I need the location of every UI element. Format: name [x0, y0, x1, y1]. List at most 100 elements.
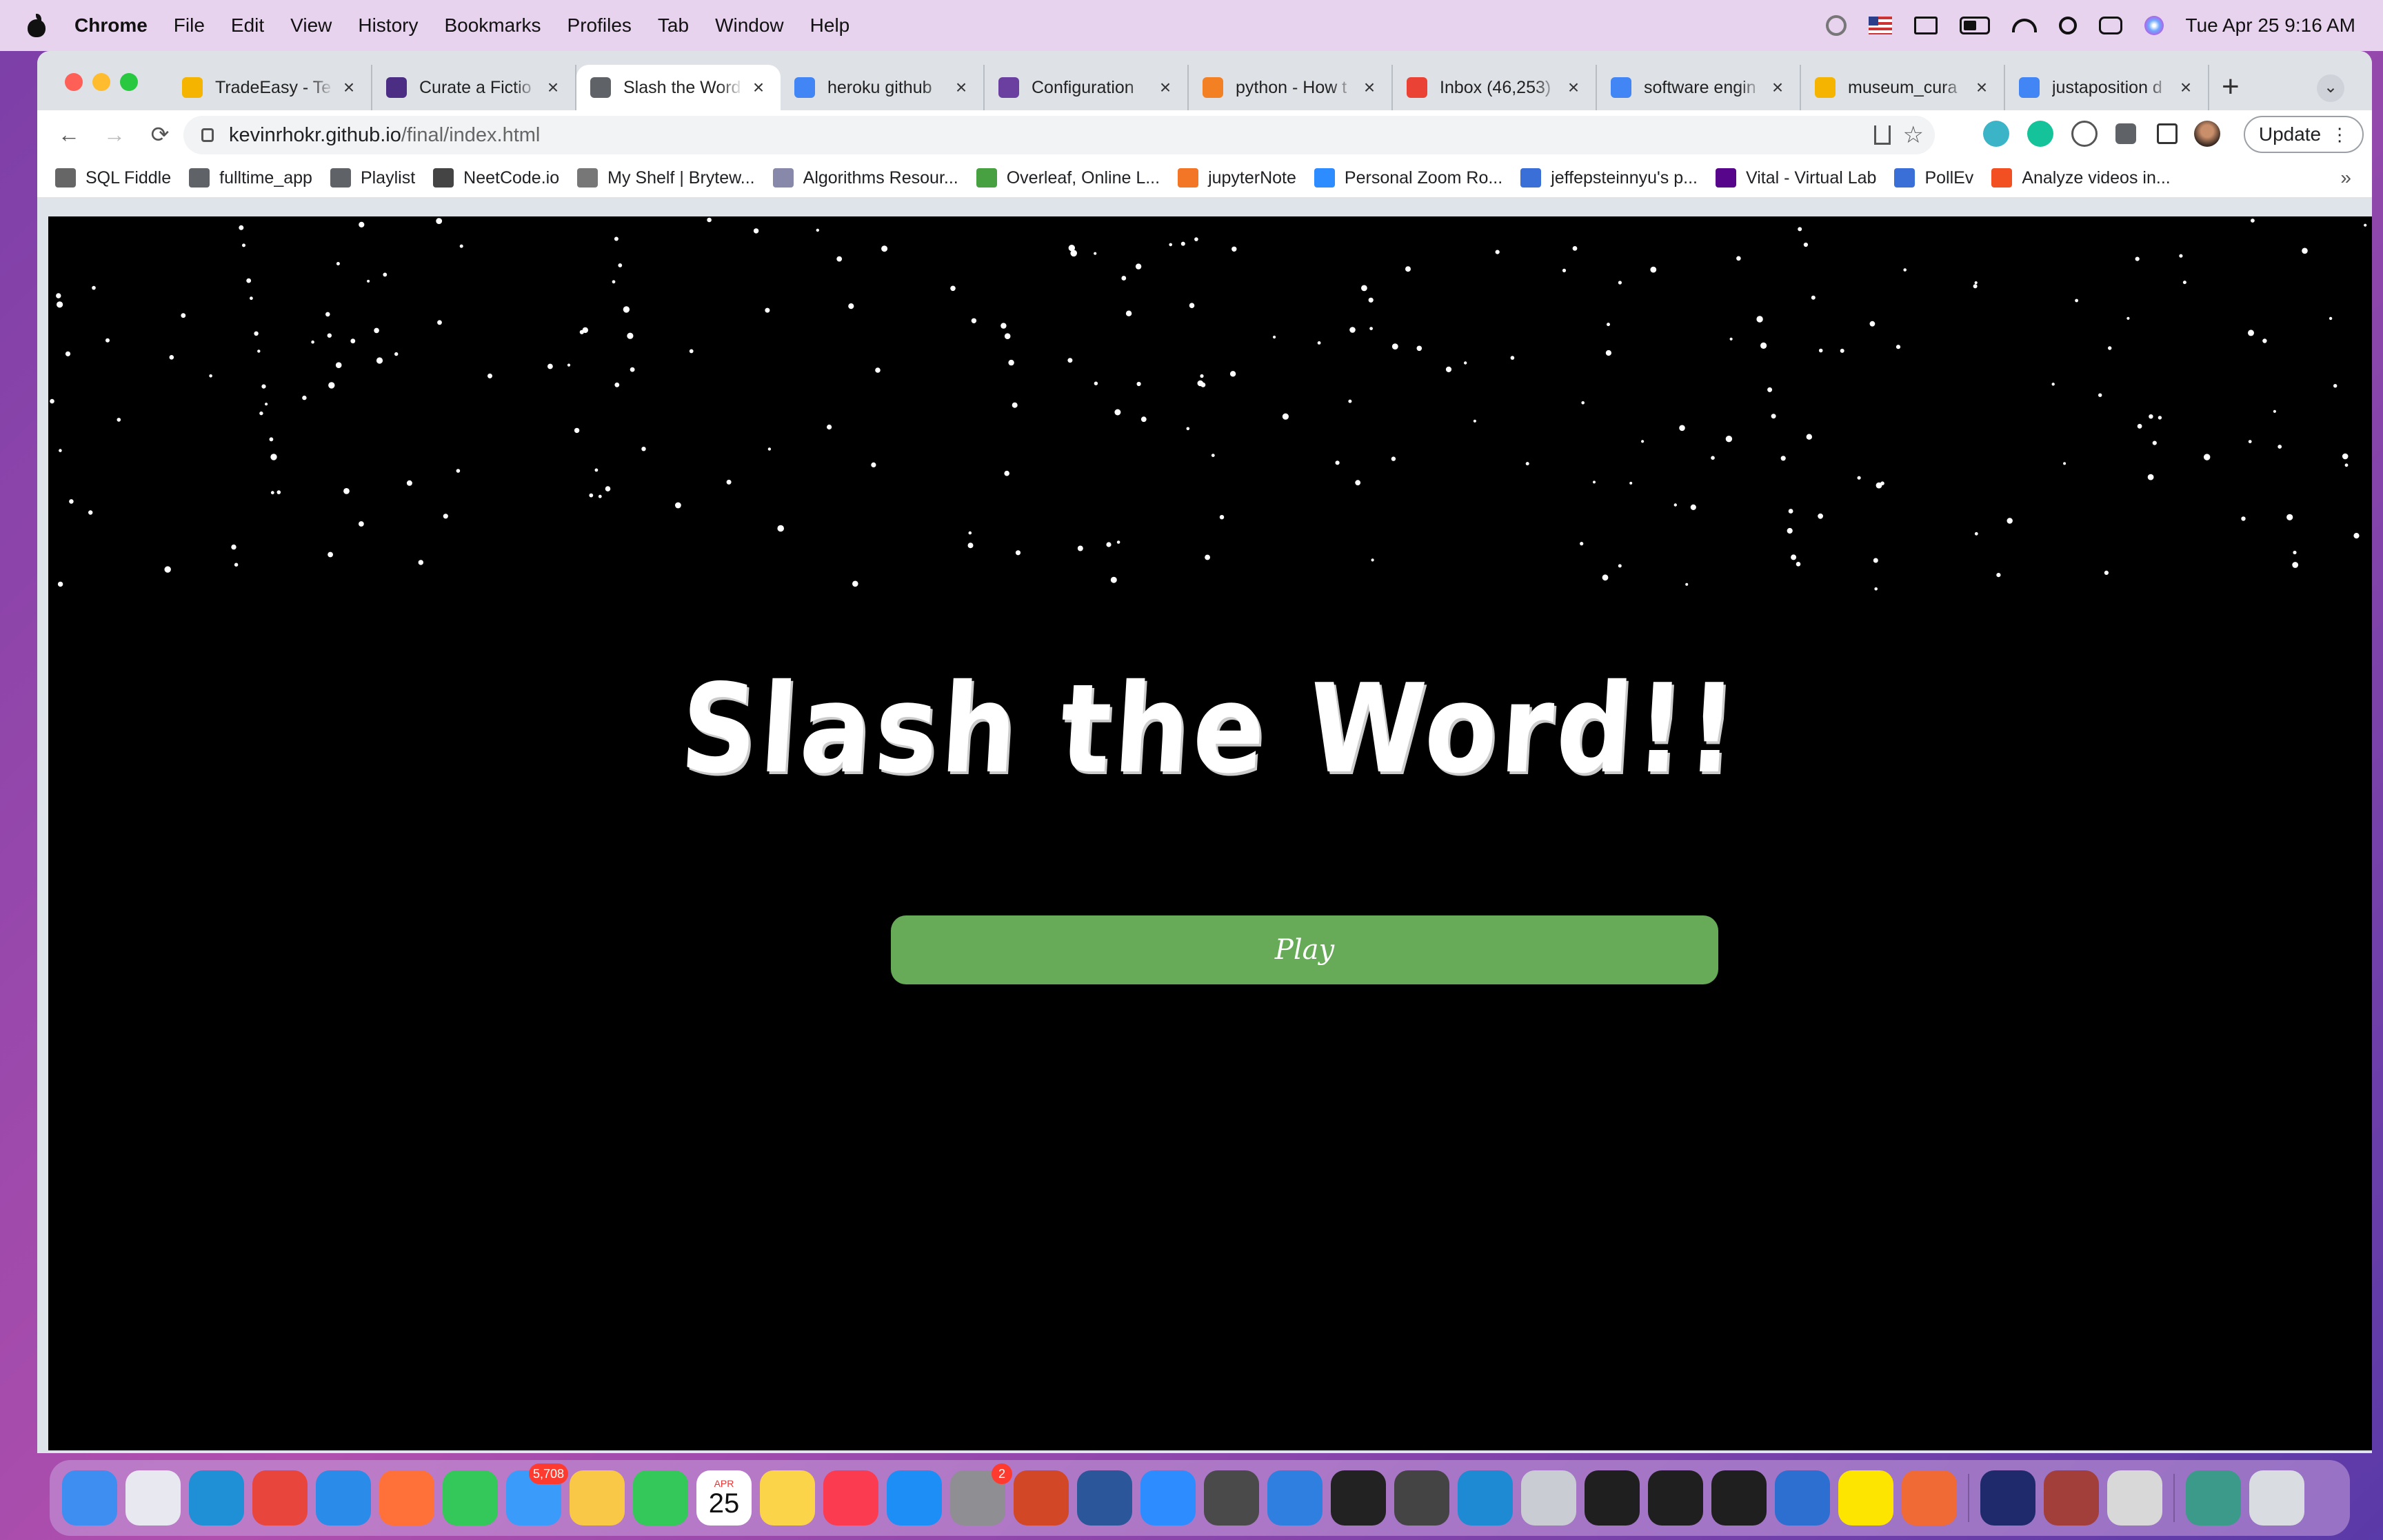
calendar-icon[interactable]: APR 25: [696, 1470, 752, 1526]
bookmark-item[interactable]: Personal Zoom Ro...: [1314, 168, 1502, 188]
zoom-icon[interactable]: [1140, 1470, 1196, 1526]
tab-3[interactable]: Slash the Word ×: [576, 65, 781, 110]
bookmark-item[interactable]: jeffepsteinnyu's p...: [1520, 168, 1698, 188]
tab-5[interactable]: Configuration ×: [985, 65, 1189, 110]
back-arrow-icon[interactable]: ←: [55, 121, 83, 148]
menu-profiles[interactable]: Profiles: [567, 14, 632, 37]
extensions-puzzle-icon[interactable]: [2115, 123, 2136, 144]
trash-icon[interactable]: [2249, 1470, 2304, 1526]
tab-close-icon[interactable]: ×: [750, 77, 767, 99]
bookmark-item[interactable]: PollEv: [1894, 168, 1973, 188]
tab-7[interactable]: Inbox (46,253) ×: [1393, 65, 1597, 110]
bookmark-item[interactable]: jupyterNote: [1178, 168, 1296, 188]
webex-icon[interactable]: [1980, 1470, 2035, 1526]
music-icon[interactable]: [823, 1470, 878, 1526]
focus-icon[interactable]: [1825, 15, 1847, 36]
downloads-icon[interactable]: [2186, 1470, 2241, 1526]
screen-mirroring-icon[interactable]: [1913, 17, 1938, 34]
finder-icon[interactable]: [62, 1470, 117, 1526]
sublime-merge-icon[interactable]: [1394, 1470, 1449, 1526]
siri-icon[interactable]: [2144, 16, 2164, 35]
chrome-icon[interactable]: [252, 1470, 308, 1526]
system-settings-icon[interactable]: 2: [950, 1463, 1012, 1526]
edge-icon[interactable]: [189, 1470, 244, 1526]
menu-app-name[interactable]: Chrome: [74, 14, 148, 37]
bookmark-item[interactable]: My Shelf | Brytew...: [577, 168, 755, 188]
lock-icon[interactable]: [201, 128, 214, 142]
box-icon[interactable]: [1521, 1470, 1576, 1526]
apple-menu-icon[interactable]: [26, 14, 47, 37]
tab-9[interactable]: museum_cura ×: [1801, 65, 2005, 110]
menu-tab[interactable]: Tab: [658, 14, 689, 37]
sublime-icon[interactable]: [1204, 1470, 1259, 1526]
goland-icon[interactable]: [1711, 1470, 1767, 1526]
bookmark-star-icon[interactable]: ☆: [1903, 121, 1924, 149]
kakaotalk-icon[interactable]: [1838, 1470, 1893, 1526]
xcode-icon[interactable]: [1267, 1470, 1323, 1526]
close-window-button[interactable]: [65, 73, 83, 91]
tab-close-icon[interactable]: ×: [1361, 77, 1378, 99]
tab-4[interactable]: heroku github ×: [781, 65, 985, 110]
tab-close-icon[interactable]: ×: [545, 77, 561, 99]
messages-icon[interactable]: [443, 1470, 498, 1526]
menu-clock[interactable]: Tue Apr 25 9:16 AM: [2186, 14, 2355, 37]
menu-view[interactable]: View: [290, 14, 332, 37]
notes-icon[interactable]: [760, 1470, 815, 1526]
mail-icon[interactable]: 5,708: [506, 1463, 568, 1526]
tab-close-icon[interactable]: ×: [1157, 77, 1174, 99]
tab-close-icon[interactable]: ×: [1565, 77, 1582, 99]
bookmark-item[interactable]: fulltime_app: [189, 168, 312, 188]
bookmark-item[interactable]: SQL Fiddle: [55, 168, 171, 188]
tab-close-icon[interactable]: ×: [1769, 77, 1786, 99]
launchpad-icon[interactable]: [125, 1470, 181, 1526]
tab-close-icon[interactable]: ×: [341, 77, 357, 99]
tab-1[interactable]: TradeEasy - Te ×: [168, 65, 372, 110]
tab-close-icon[interactable]: ×: [1973, 77, 1990, 99]
gimp-icon[interactable]: [2107, 1470, 2162, 1526]
menu-edit[interactable]: Edit: [231, 14, 264, 37]
menu-window[interactable]: Window: [715, 14, 784, 37]
play-button[interactable]: Play: [891, 915, 1718, 984]
vscode-icon[interactable]: [1458, 1470, 1513, 1526]
tab-8[interactable]: software engin ×: [1597, 65, 1801, 110]
zoom-window-button[interactable]: [120, 73, 138, 91]
wifi-icon[interactable]: [2011, 19, 2037, 32]
grammarly-icon[interactable]: [2027, 121, 2053, 147]
bookmark-item[interactable]: Vital - Virtual Lab: [1715, 168, 1876, 188]
bookmarks-overflow-icon[interactable]: »: [2340, 167, 2351, 189]
battery-icon[interactable]: [1959, 17, 1990, 34]
extension-hand-icon[interactable]: [2071, 121, 2098, 147]
tab-close-icon[interactable]: ×: [953, 77, 969, 99]
tab-2[interactable]: Curate a Fictio ×: [372, 65, 576, 110]
pencil-app-icon[interactable]: [1902, 1470, 1957, 1526]
wireshark-icon[interactable]: [1775, 1470, 1830, 1526]
app-store-icon[interactable]: [887, 1470, 942, 1526]
photos-icon[interactable]: [570, 1470, 625, 1526]
reload-icon[interactable]: ⟳: [146, 121, 174, 148]
word-icon[interactable]: [1077, 1470, 1132, 1526]
bookmark-item[interactable]: Playlist: [330, 168, 415, 188]
tab-6[interactable]: python - How t ×: [1189, 65, 1393, 110]
address-bar[interactable]: kevinrhokr.github.io/final/index.html ☆: [183, 116, 1935, 154]
tab-search-button[interactable]: ⌄: [2317, 74, 2344, 102]
extension-m-icon[interactable]: [1983, 121, 2009, 147]
bookmark-item[interactable]: Analyze videos in...: [1991, 168, 2171, 188]
facetime-icon[interactable]: [633, 1470, 688, 1526]
update-button[interactable]: Update ⋮: [2244, 116, 2364, 153]
more-menu-icon[interactable]: ⋮: [2331, 124, 2349, 145]
input-source-flag-icon[interactable]: [1868, 17, 1892, 34]
tab-10[interactable]: justaposition d ×: [2005, 65, 2209, 110]
intellij-icon[interactable]: [1648, 1470, 1703, 1526]
firefox-icon[interactable]: [379, 1470, 434, 1526]
spotlight-search-icon[interactable]: [2058, 17, 2077, 34]
side-panel-icon[interactable]: [2157, 123, 2178, 144]
minimize-window-button[interactable]: [92, 73, 110, 91]
menu-history[interactable]: History: [358, 14, 418, 37]
bookmark-item[interactable]: Algorithms Resour...: [772, 168, 958, 188]
control-center-icon[interactable]: [2098, 17, 2122, 34]
bookmark-item[interactable]: Overleaf, Online L...: [976, 168, 1160, 188]
menu-help[interactable]: Help: [810, 14, 850, 37]
safari-icon[interactable]: [316, 1470, 371, 1526]
pycharm-icon[interactable]: [1585, 1470, 1640, 1526]
share-icon[interactable]: [1874, 125, 1891, 145]
